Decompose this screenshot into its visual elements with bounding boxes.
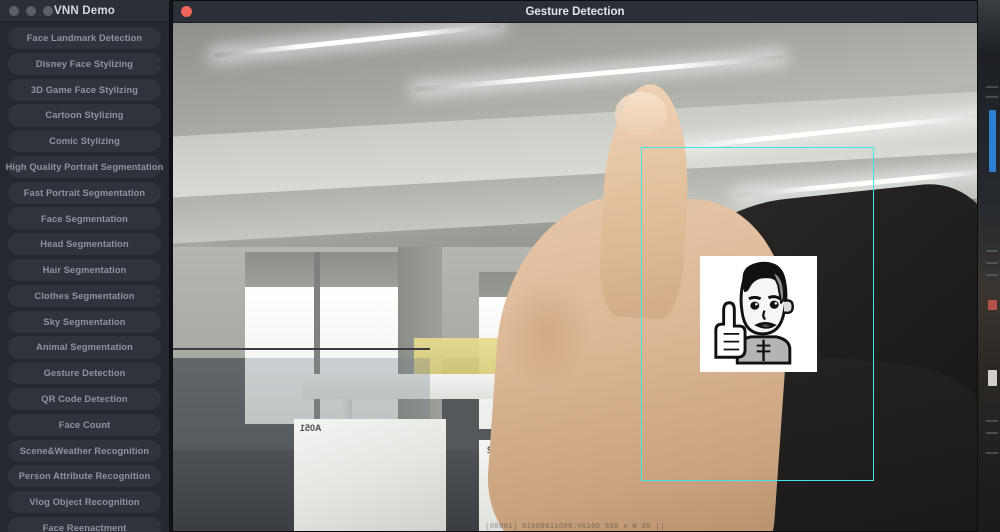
window-traffic-lights[interactable] xyxy=(0,5,53,16)
sidebar-item-label: Face Count xyxy=(58,419,111,430)
sidebar-item-comic-stylizing[interactable]: Comic Stylizing xyxy=(8,130,161,153)
sidebar-item-label: Disney Face Stylizing xyxy=(35,58,134,69)
thumbnail xyxy=(615,91,668,135)
sidebar-item-vlog-object-recognition[interactable]: Vlog Object Recognition xyxy=(8,491,161,514)
background-accent-bar xyxy=(989,110,996,172)
main-window: Gesture Detection A051 [00001] 010000110… xyxy=(172,0,978,532)
balcony-railing xyxy=(173,348,431,351)
sidebar-item-disney-face-stylizing[interactable]: Disney Face Stylizing xyxy=(8,52,161,75)
sidebar-item-label: QR Code Detection xyxy=(41,394,128,405)
sidebar-titlebar[interactable]: VNN Demo xyxy=(0,0,169,22)
close-icon[interactable] xyxy=(9,5,19,16)
camera-preview[interactable]: A051 A052 xyxy=(173,23,977,531)
sidebar-item-label: Head Segmentation xyxy=(40,239,129,250)
office-cabinet-left: A051 xyxy=(293,419,447,531)
sidebar-item-face-segmentation[interactable]: Face Segmentation xyxy=(8,207,161,230)
sidebar-item-scene-weather-recognition[interactable]: Scene&Weather Recognition xyxy=(8,439,161,462)
sidebar-item-face-count[interactable]: Face Count xyxy=(8,413,161,436)
background-window-strip[interactable] xyxy=(978,0,1000,532)
sidebar-item-cartoon-stylizing[interactable]: Cartoon Stylizing xyxy=(8,104,161,127)
sidebar-item-label: Fast Portrait Segmentation xyxy=(23,187,146,198)
background-accent-chip-2 xyxy=(988,370,997,386)
sidebar-item-label: Comic Stylizing xyxy=(49,136,120,147)
sidebar-item-animal-segmentation[interactable]: Animal Segmentation xyxy=(8,336,161,359)
meme-face-illustration xyxy=(699,255,817,373)
main-window-title: Gesture Detection xyxy=(525,5,625,18)
sidebar-item-sky-segmentation[interactable]: Sky Segmentation xyxy=(8,310,161,333)
video-caption-text: [00001] 01000011000:VK100 850 x W 60 || xyxy=(485,523,665,531)
sidebar-item-label: Clothes Segmentation xyxy=(34,290,135,301)
screen: VNN Demo Face Landmark Detection Disney … xyxy=(0,0,1000,532)
sidebar-item-label: Scene&Weather Recognition xyxy=(19,445,150,456)
sidebar-item-high-quality-portrait-segmentation[interactable]: High Quality Portrait Segmentation xyxy=(5,155,164,179)
sidebar-item-label: Gesture Detection xyxy=(43,368,126,379)
sidebar-item-hair-segmentation[interactable]: Hair Segmentation xyxy=(8,259,161,282)
sidebar-item-label: Face Landmark Detection xyxy=(26,33,143,44)
sidebar-item-face-reenactment[interactable]: Face Reenactment xyxy=(8,516,161,532)
sidebar-item-label: Sky Segmentation xyxy=(43,316,126,327)
sidebar-item-label: Face Reenactment xyxy=(42,522,127,532)
sidebar-item-label: High Quality Portrait Segmentation xyxy=(5,162,164,172)
main-titlebar[interactable]: Gesture Detection xyxy=(173,1,977,23)
sidebar-item-clothes-segmentation[interactable]: Clothes Segmentation xyxy=(8,284,161,307)
close-icon[interactable] xyxy=(181,6,192,17)
sidebar-window: VNN Demo Face Landmark Detection Disney … xyxy=(0,0,170,532)
cabinet-label: A051 xyxy=(299,423,322,434)
knuckle-shadow xyxy=(502,277,592,389)
sidebar-item-fast-portrait-segmentation[interactable]: Fast Portrait Segmentation xyxy=(8,181,161,204)
office-scene: A051 A052 xyxy=(173,23,977,531)
sidebar-item-face-landmark-detection[interactable]: Face Landmark Detection xyxy=(8,27,161,50)
sidebar-item-label: Vlog Object Recognition xyxy=(29,497,140,508)
sidebar-item-label: 3D Game Face Stylizing xyxy=(30,84,139,95)
sidebar-item-qr-code-detection[interactable]: QR Code Detection xyxy=(8,387,161,411)
sidebar-item-label: Cartoon Stylizing xyxy=(45,110,124,121)
sidebar-item-gesture-detection[interactable]: Gesture Detection xyxy=(8,362,161,385)
sidebar-item-3d-game-face-stylizing[interactable]: 3D Game Face Stylizing xyxy=(8,78,161,101)
sidebar-item-head-segmentation[interactable]: Head Segmentation xyxy=(8,233,161,256)
sidebar-item-label: Animal Segmentation xyxy=(36,342,133,353)
minimize-icon[interactable] xyxy=(26,5,36,16)
sidebar-item-label: Person Attribute Recognition xyxy=(18,471,151,482)
sidebar-item-label: Hair Segmentation xyxy=(42,265,127,276)
background-accent-chip xyxy=(988,300,997,310)
thumbs-up-meme-sticker xyxy=(699,255,817,373)
sidebar-item-list: Face Landmark Detection Disney Face Styl… xyxy=(0,22,169,532)
sidebar-item-person-attribute-recognition[interactable]: Person Attribute Recognition xyxy=(8,465,161,488)
sidebar-item-label: Face Segmentation xyxy=(41,213,128,224)
zoom-icon[interactable] xyxy=(43,5,53,16)
